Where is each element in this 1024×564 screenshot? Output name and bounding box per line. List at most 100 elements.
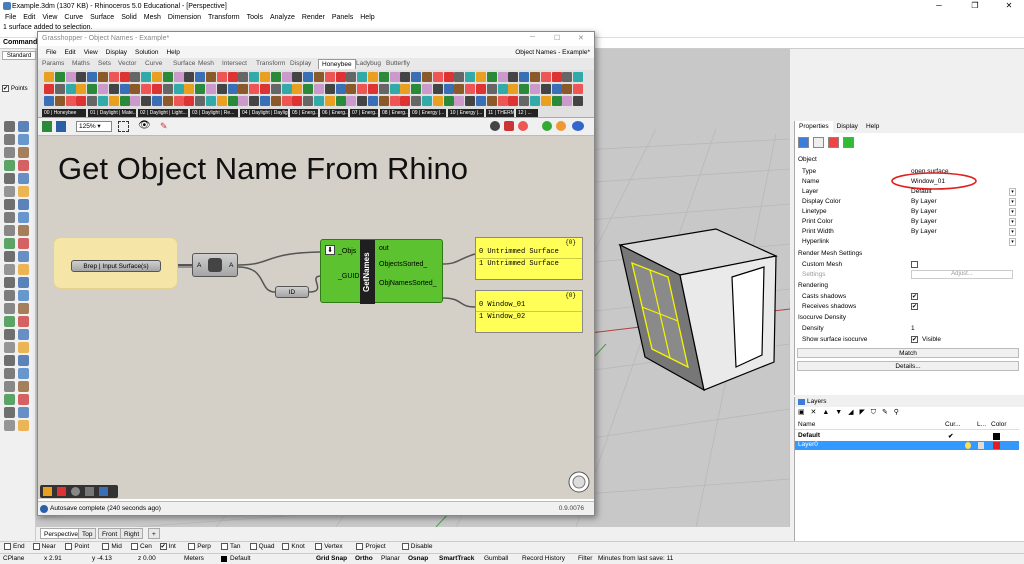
component-icon[interactable] bbox=[238, 84, 249, 94]
property-value[interactable]: By Layer bbox=[911, 198, 937, 205]
gh-menu-solution[interactable]: Solution bbox=[135, 49, 159, 56]
osnap-disable[interactable]: Disable bbox=[401, 543, 432, 550]
osnap-checkbox[interactable] bbox=[401, 543, 409, 550]
component-icon[interactable] bbox=[98, 84, 108, 94]
tool-button[interactable] bbox=[4, 342, 15, 353]
minimize-button[interactable]: ─ bbox=[924, 0, 954, 12]
tool-button[interactable] bbox=[4, 173, 15, 184]
component-icon[interactable] bbox=[422, 96, 432, 106]
component-icon[interactable] bbox=[238, 72, 249, 82]
component-icon[interactable] bbox=[465, 84, 476, 94]
tool-button[interactable] bbox=[4, 368, 15, 379]
component-icon[interactable] bbox=[540, 96, 551, 106]
component-icon[interactable] bbox=[130, 96, 141, 106]
component-icon[interactable] bbox=[562, 96, 573, 106]
tool-button[interactable] bbox=[18, 277, 29, 288]
tool-button[interactable] bbox=[4, 407, 15, 418]
ribbon-group-label[interactable]: 07 | Energ... bbox=[350, 109, 378, 117]
ribbon-group-label[interactable]: 11 | THERM bbox=[486, 109, 514, 117]
gh-menu-file[interactable]: File bbox=[46, 49, 56, 56]
component-icon[interactable] bbox=[44, 84, 54, 94]
tool-button[interactable] bbox=[18, 264, 29, 275]
component-icon[interactable] bbox=[270, 96, 281, 106]
navigation-compass[interactable] bbox=[568, 471, 590, 493]
component-icon[interactable] bbox=[195, 84, 206, 94]
tool-button[interactable] bbox=[18, 225, 29, 236]
component-icon[interactable] bbox=[476, 84, 486, 94]
component-icon[interactable] bbox=[65, 84, 76, 94]
solver-icon[interactable] bbox=[542, 121, 552, 131]
receives-shadows-checkbox[interactable]: ✔ bbox=[911, 303, 918, 310]
component-icon[interactable] bbox=[378, 72, 389, 82]
menu-item-panels[interactable]: Panels bbox=[332, 14, 353, 21]
add-viewport-icon[interactable]: + bbox=[148, 528, 160, 539]
tool-button[interactable] bbox=[4, 329, 15, 340]
component-icon[interactable] bbox=[519, 96, 530, 106]
dropdown-arrow-icon[interactable]: ▾ bbox=[1009, 228, 1016, 236]
component-icon[interactable] bbox=[173, 84, 184, 94]
layer0-color[interactable] bbox=[993, 442, 1000, 449]
component-icon[interactable] bbox=[119, 84, 130, 94]
tool-button[interactable] bbox=[4, 225, 15, 236]
component-icon[interactable] bbox=[497, 72, 508, 82]
adjust-button[interactable]: Adjust... bbox=[911, 270, 1013, 279]
menu-item-file[interactable]: File bbox=[5, 14, 16, 21]
component-icon[interactable] bbox=[303, 96, 314, 106]
gh-close-button[interactable]: ✕ bbox=[578, 34, 584, 42]
component-icon[interactable] bbox=[497, 84, 508, 94]
tool-button[interactable] bbox=[4, 251, 15, 262]
component-icon[interactable] bbox=[368, 72, 378, 82]
dropdown-arrow-icon[interactable]: ▾ bbox=[1009, 208, 1016, 216]
component-icon[interactable] bbox=[400, 84, 411, 94]
component-icon[interactable] bbox=[303, 72, 314, 82]
menu-item-curve[interactable]: Curve bbox=[64, 14, 83, 21]
component-icon[interactable] bbox=[195, 72, 206, 82]
points-toggle[interactable]: ✔ Points bbox=[2, 85, 28, 92]
lightbulb-icon[interactable] bbox=[965, 442, 971, 449]
property-value[interactable]: By Layer bbox=[911, 228, 937, 235]
points-checkbox[interactable]: ✔ bbox=[2, 85, 9, 92]
dropdown-arrow-icon[interactable]: ▾ bbox=[1009, 188, 1016, 196]
component-icon[interactable] bbox=[227, 84, 238, 94]
component-icon[interactable] bbox=[476, 96, 486, 106]
save-icon[interactable] bbox=[56, 121, 66, 132]
tool-button[interactable] bbox=[4, 394, 15, 405]
preview-mode-icon[interactable] bbox=[490, 121, 500, 131]
decal-icon[interactable] bbox=[843, 137, 854, 148]
component-icon[interactable] bbox=[173, 96, 184, 106]
component-icon[interactable] bbox=[324, 72, 335, 82]
property-value[interactable]: By Layer bbox=[911, 208, 937, 215]
component-icon[interactable] bbox=[162, 84, 173, 94]
component-icon[interactable] bbox=[454, 96, 465, 106]
ribbon-group-label[interactable]: 06 | Energ... bbox=[320, 109, 348, 117]
getnames-component[interactable]: ⬇ _Objs _GUID GetNames out ObjectsSorted… bbox=[320, 239, 443, 304]
component-icon[interactable] bbox=[108, 96, 119, 106]
dropdown-arrow-icon[interactable]: ▾ bbox=[1009, 198, 1016, 206]
widget-icon-2[interactable] bbox=[57, 487, 66, 496]
component-icon[interactable] bbox=[292, 84, 303, 94]
component-icon[interactable] bbox=[98, 72, 108, 82]
menu-item-render[interactable]: Render bbox=[302, 14, 325, 21]
component-icon[interactable] bbox=[206, 96, 216, 106]
component-icon[interactable] bbox=[486, 96, 497, 106]
component-icon[interactable] bbox=[443, 72, 454, 82]
component-icon[interactable] bbox=[206, 72, 216, 82]
component-icon[interactable] bbox=[184, 84, 195, 94]
viewport-tab-top[interactable]: Top bbox=[78, 528, 97, 539]
component-icon[interactable] bbox=[249, 84, 260, 94]
component-icon[interactable] bbox=[292, 72, 303, 82]
menu-item-tools[interactable]: Tools bbox=[247, 14, 263, 21]
gh-tab-maths[interactable]: Maths bbox=[72, 59, 90, 69]
component-icon[interactable] bbox=[335, 72, 346, 82]
viewport-tab-front[interactable]: Front bbox=[98, 528, 122, 539]
tool-button[interactable] bbox=[4, 277, 15, 288]
component-icon[interactable] bbox=[98, 96, 108, 106]
component-icon[interactable] bbox=[443, 96, 454, 106]
component-icon[interactable] bbox=[454, 84, 465, 94]
component-icon[interactable] bbox=[238, 96, 249, 106]
osnap-project[interactable]: Project bbox=[356, 543, 386, 550]
dropdown-arrow-icon[interactable]: ▾ bbox=[1009, 238, 1016, 246]
casts-shadows-checkbox[interactable]: ✔ bbox=[911, 293, 918, 300]
component-icon[interactable] bbox=[411, 72, 422, 82]
component-icon[interactable] bbox=[508, 96, 519, 106]
